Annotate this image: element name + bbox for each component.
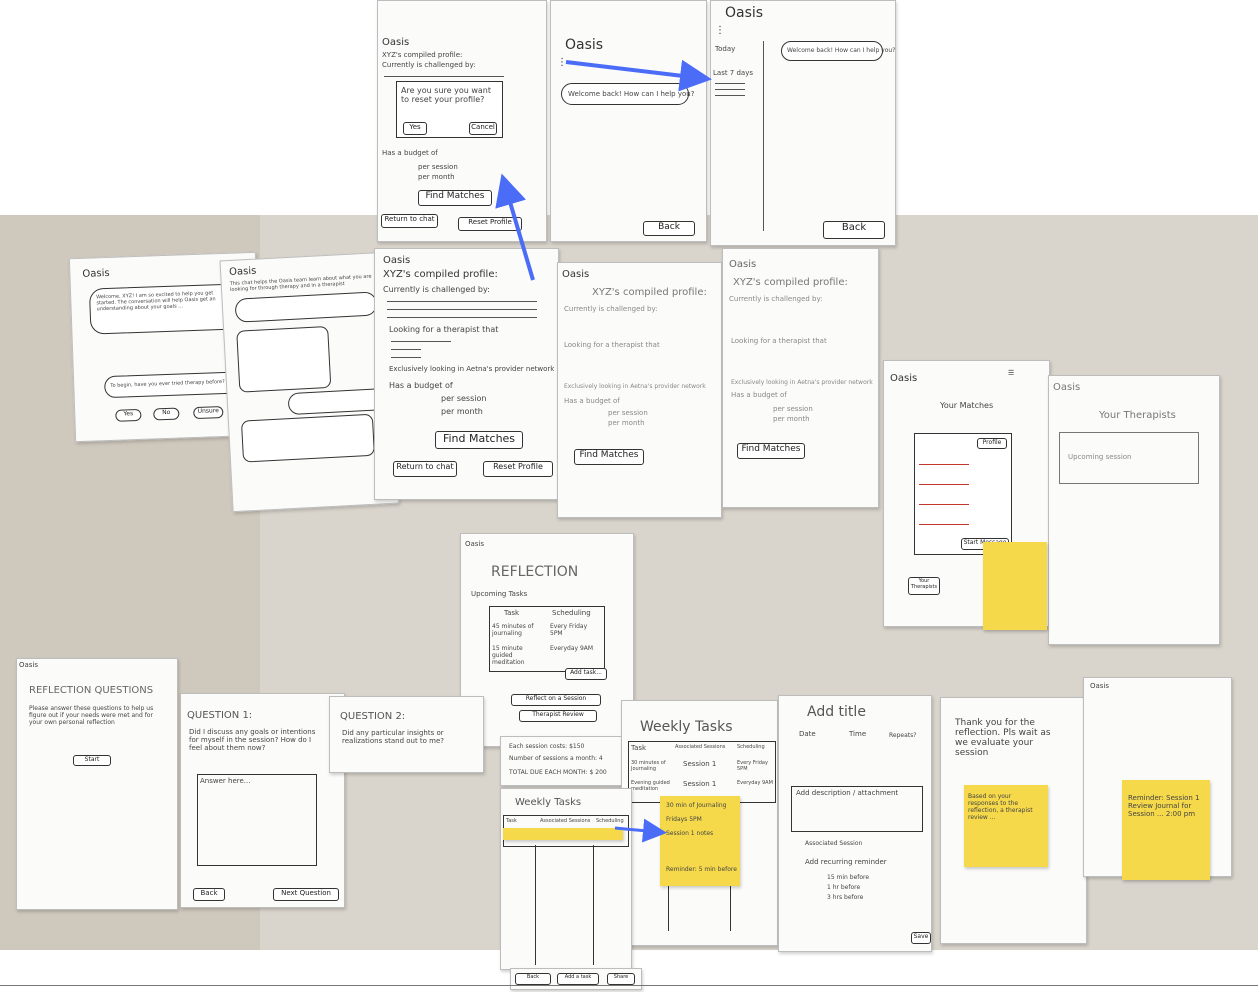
arrow-menu-to-history — [565, 59, 712, 92]
arrow-task-to-detail — [614, 818, 667, 843]
arrow-profile-to-reset — [495, 173, 535, 281]
flow-arrows — [495, 59, 712, 843]
